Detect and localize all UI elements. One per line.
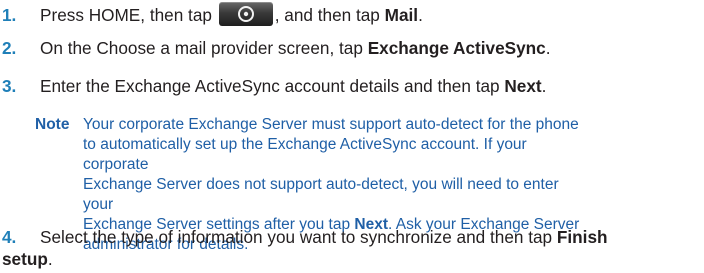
step-2: 2. On the Choose a mail provider screen, … [2, 37, 551, 59]
note-label: Note [35, 116, 70, 133]
note-line: Exchange Server does not support auto-de… [83, 176, 559, 213]
step-emphasis: Finish [556, 227, 608, 247]
step-text: Enter the Exchange ActiveSync account de… [40, 76, 500, 96]
step-emphasis: Mail [384, 5, 419, 25]
step-4-continuation: setup. [2, 248, 53, 270]
step-period: . [545, 38, 551, 58]
step-number: 3. [2, 76, 17, 96]
instruction-document: 1. Press HOME, then tap , and then tap Ma… [0, 0, 704, 273]
apps-launcher-icon [218, 2, 273, 26]
step-period: . [541, 76, 547, 96]
step-period: . [418, 5, 423, 25]
step-text: Select the type of information you want … [40, 227, 553, 247]
step-period: . [47, 249, 53, 269]
note-line: to automatically set up the Exchange Act… [83, 136, 527, 173]
step-1: 1. Press HOME, then tap , and then tap Ma… [2, 2, 423, 26]
note-line: Your corporate Exchange Server must supp… [83, 116, 579, 133]
step-text: Press HOME, then tap [40, 5, 212, 25]
step-number: 4. [2, 227, 17, 247]
step-4: 4. Select the type of information you wan… [2, 226, 608, 248]
step-3: 3. Enter the Exchange ActiveSync account … [2, 75, 546, 97]
step-emphasis: Exchange ActiveSync [367, 38, 546, 58]
step-number: 2. [2, 38, 17, 58]
step-number: 1. [2, 5, 17, 25]
step-emphasis: setup [2, 249, 48, 269]
step-text-after: , and then tap [274, 5, 380, 25]
step-emphasis: Next [504, 76, 542, 96]
step-text: On the Choose a mail provider screen, ta… [40, 38, 363, 58]
